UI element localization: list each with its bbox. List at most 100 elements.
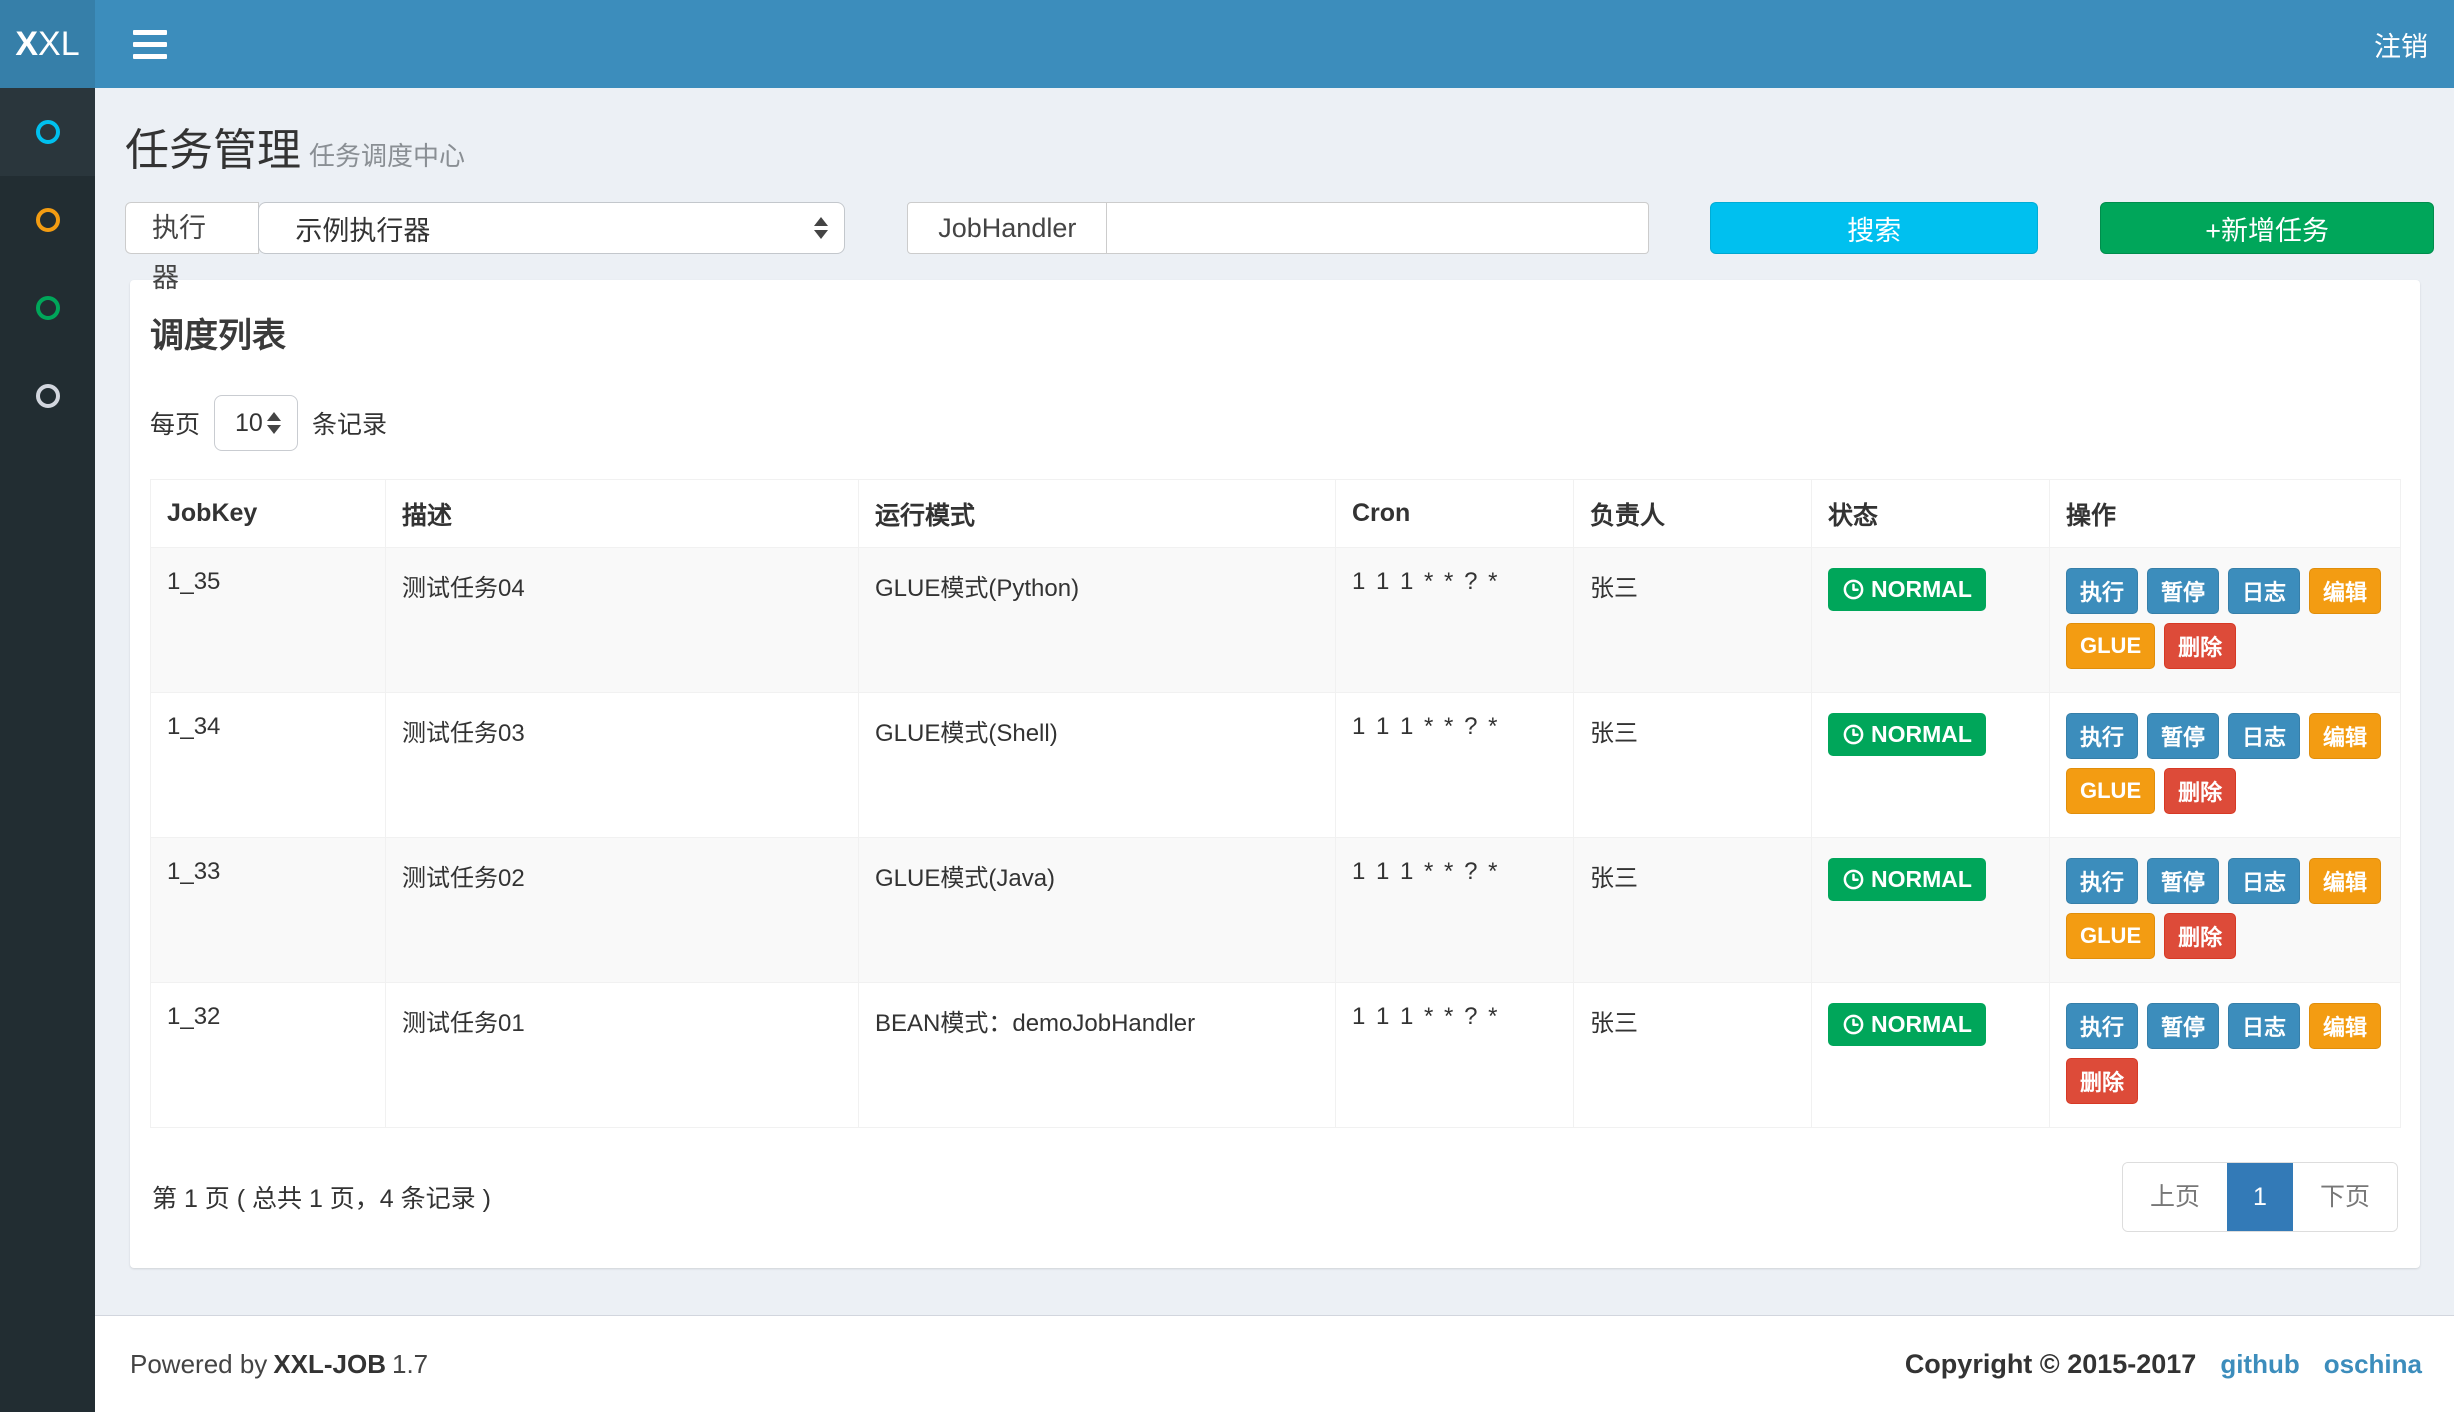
status-text: NORMAL xyxy=(1871,721,1972,748)
action-buttons: 执行暂停日志编辑删除 xyxy=(2066,1003,2384,1104)
status-badge: NORMAL xyxy=(1828,713,1986,756)
add-job-button[interactable]: +新增任务 xyxy=(2100,202,2434,254)
jobhandler-input[interactable] xyxy=(1107,202,1649,254)
sidebar-item-3[interactable] xyxy=(0,264,95,352)
log-button[interactable]: 日志 xyxy=(2228,858,2300,904)
sidebar-item-2[interactable] xyxy=(0,176,95,264)
prev-page-button[interactable]: 上页 xyxy=(2123,1163,2227,1231)
page-size-select[interactable]: 10 xyxy=(214,395,298,451)
log-button[interactable]: 日志 xyxy=(2228,1003,2300,1049)
app-logo[interactable]: XXL xyxy=(0,0,95,88)
logout-link[interactable]: 注销 xyxy=(2374,25,2428,64)
page-size-value: 10 xyxy=(235,409,263,438)
table-header-row: JobKey描述运行模式Cron负责人状态操作 xyxy=(151,480,2401,548)
action-buttons: 执行暂停日志编辑 GLUE删除 xyxy=(2066,858,2384,959)
run-button[interactable]: 执行 xyxy=(2066,568,2138,614)
circle-icon-white xyxy=(36,384,60,408)
glue-button[interactable]: GLUE xyxy=(2066,623,2155,669)
github-link[interactable]: github xyxy=(2220,1349,2299,1380)
oschina-link[interactable]: oschina xyxy=(2324,1349,2422,1380)
cell-status: NORMAL xyxy=(1812,693,2050,838)
column-header-4[interactable]: Cron xyxy=(1336,480,1574,548)
edit-button[interactable]: 编辑 xyxy=(2309,713,2381,759)
logo-bold-text: X xyxy=(15,25,38,64)
column-header-7[interactable]: 操作 xyxy=(2050,480,2401,548)
delete-button[interactable]: 删除 xyxy=(2066,1058,2138,1104)
column-header-2[interactable]: 描述 xyxy=(386,480,859,548)
glue-button[interactable]: GLUE xyxy=(2066,913,2155,959)
column-header-1[interactable]: JobKey xyxy=(151,480,386,548)
delete-button[interactable]: 删除 xyxy=(2164,623,2236,669)
log-button[interactable]: 日志 xyxy=(2228,713,2300,759)
cell-run-mode: BEAN模式：demoJobHandler xyxy=(859,983,1336,1128)
cell-actions: 执行暂停日志编辑 GLUE删除 xyxy=(2050,838,2401,983)
cell-actions: 执行暂停日志编辑 GLUE删除 xyxy=(2050,693,2401,838)
column-header-3[interactable]: 运行模式 xyxy=(859,480,1336,548)
cell-run-mode: GLUE模式(Shell) xyxy=(859,693,1336,838)
cell-owner: 张三 xyxy=(1574,548,1812,693)
log-button[interactable]: 日志 xyxy=(2228,568,2300,614)
cell-description: 测试任务03 xyxy=(386,693,859,838)
cell-jobkey: 1_35 xyxy=(151,548,386,693)
status-badge: NORMAL xyxy=(1828,568,1986,611)
executor-select[interactable]: 示例执行器 xyxy=(258,202,845,254)
edit-button[interactable]: 编辑 xyxy=(2309,858,2381,904)
delete-button[interactable]: 删除 xyxy=(2164,768,2236,814)
pause-button[interactable]: 暂停 xyxy=(2147,568,2219,614)
glue-button[interactable]: GLUE xyxy=(2066,768,2155,814)
sidebar-toggle-icon[interactable] xyxy=(127,20,173,69)
schedule-list-panel: 调度列表 每页 10 条记录 JobKey描述运行模式Cron负责人状态操作 1… xyxy=(130,280,2420,1268)
logo-rest-text: XL xyxy=(38,25,80,64)
status-badge: NORMAL xyxy=(1828,858,1986,901)
edit-button[interactable]: 编辑 xyxy=(2309,568,2381,614)
page-title: 任务管理 xyxy=(125,126,301,175)
clock-icon xyxy=(1842,1013,1865,1036)
cell-jobkey: 1_33 xyxy=(151,838,386,983)
clock-icon xyxy=(1842,723,1865,746)
status-text: NORMAL xyxy=(1871,866,1972,893)
navbar-content: 注销 xyxy=(95,0,2454,88)
executor-label: 执行器 xyxy=(125,202,259,254)
select-arrows-icon xyxy=(267,412,281,434)
cell-run-mode: GLUE模式(Java) xyxy=(859,838,1336,983)
action-buttons: 执行暂停日志编辑 GLUE删除 xyxy=(2066,568,2384,669)
page-size-row: 每页 10 条记录 xyxy=(150,395,2400,451)
run-button[interactable]: 执行 xyxy=(2066,858,2138,904)
cell-status: NORMAL xyxy=(1812,983,2050,1128)
search-button[interactable]: 搜索 xyxy=(1710,202,2038,254)
cell-cron: 1 1 1 * * ? * xyxy=(1336,838,1574,983)
pause-button[interactable]: 暂停 xyxy=(2147,1003,2219,1049)
pause-button[interactable]: 暂停 xyxy=(2147,858,2219,904)
action-buttons: 执行暂停日志编辑 GLUE删除 xyxy=(2066,713,2384,814)
cell-jobkey: 1_34 xyxy=(151,693,386,838)
cell-owner: 张三 xyxy=(1574,983,1812,1128)
clock-icon xyxy=(1842,868,1865,891)
cell-actions: 执行暂停日志编辑 GLUE删除 xyxy=(2050,548,2401,693)
sidebar-item-1[interactable] xyxy=(0,88,95,176)
sidebar-item-4[interactable] xyxy=(0,352,95,440)
cell-description: 测试任务02 xyxy=(386,838,859,983)
table-row: 1_35测试任务04GLUE模式(Python)1 1 1 * * ? *张三N… xyxy=(151,548,2401,693)
circle-icon-green xyxy=(36,296,60,320)
column-header-5[interactable]: 负责人 xyxy=(1574,480,1812,548)
page-size-suffix: 条记录 xyxy=(312,405,387,441)
column-header-6[interactable]: 状态 xyxy=(1812,480,2050,548)
panel-title: 调度列表 xyxy=(150,304,2400,365)
pagination-row: 第 1 页 ( 总共 1 页，4 条记录 ) 上页 1 下页 xyxy=(150,1162,2400,1232)
next-page-button[interactable]: 下页 xyxy=(2293,1163,2397,1231)
job-table: JobKey描述运行模式Cron负责人状态操作 1_35测试任务04GLUE模式… xyxy=(150,479,2401,1128)
executor-selected-value: 示例执行器 xyxy=(295,209,430,248)
cell-description: 测试任务01 xyxy=(386,983,859,1128)
page-number-button[interactable]: 1 xyxy=(2227,1163,2293,1231)
cell-cron: 1 1 1 * * ? * xyxy=(1336,548,1574,693)
page-size-prefix: 每页 xyxy=(150,405,200,441)
powered-prefix: Powered by xyxy=(130,1349,267,1379)
edit-button[interactable]: 编辑 xyxy=(2309,1003,2381,1049)
run-button[interactable]: 执行 xyxy=(2066,713,2138,759)
delete-button[interactable]: 删除 xyxy=(2164,913,2236,959)
run-button[interactable]: 执行 xyxy=(2066,1003,2138,1049)
pause-button[interactable]: 暂停 xyxy=(2147,713,2219,759)
footer-right: Copyright © 2015-2017 github oschina xyxy=(1905,1349,2422,1380)
top-navbar: XXL 注销 xyxy=(0,0,2454,88)
page-subtitle: 任务调度中心 xyxy=(309,141,465,171)
